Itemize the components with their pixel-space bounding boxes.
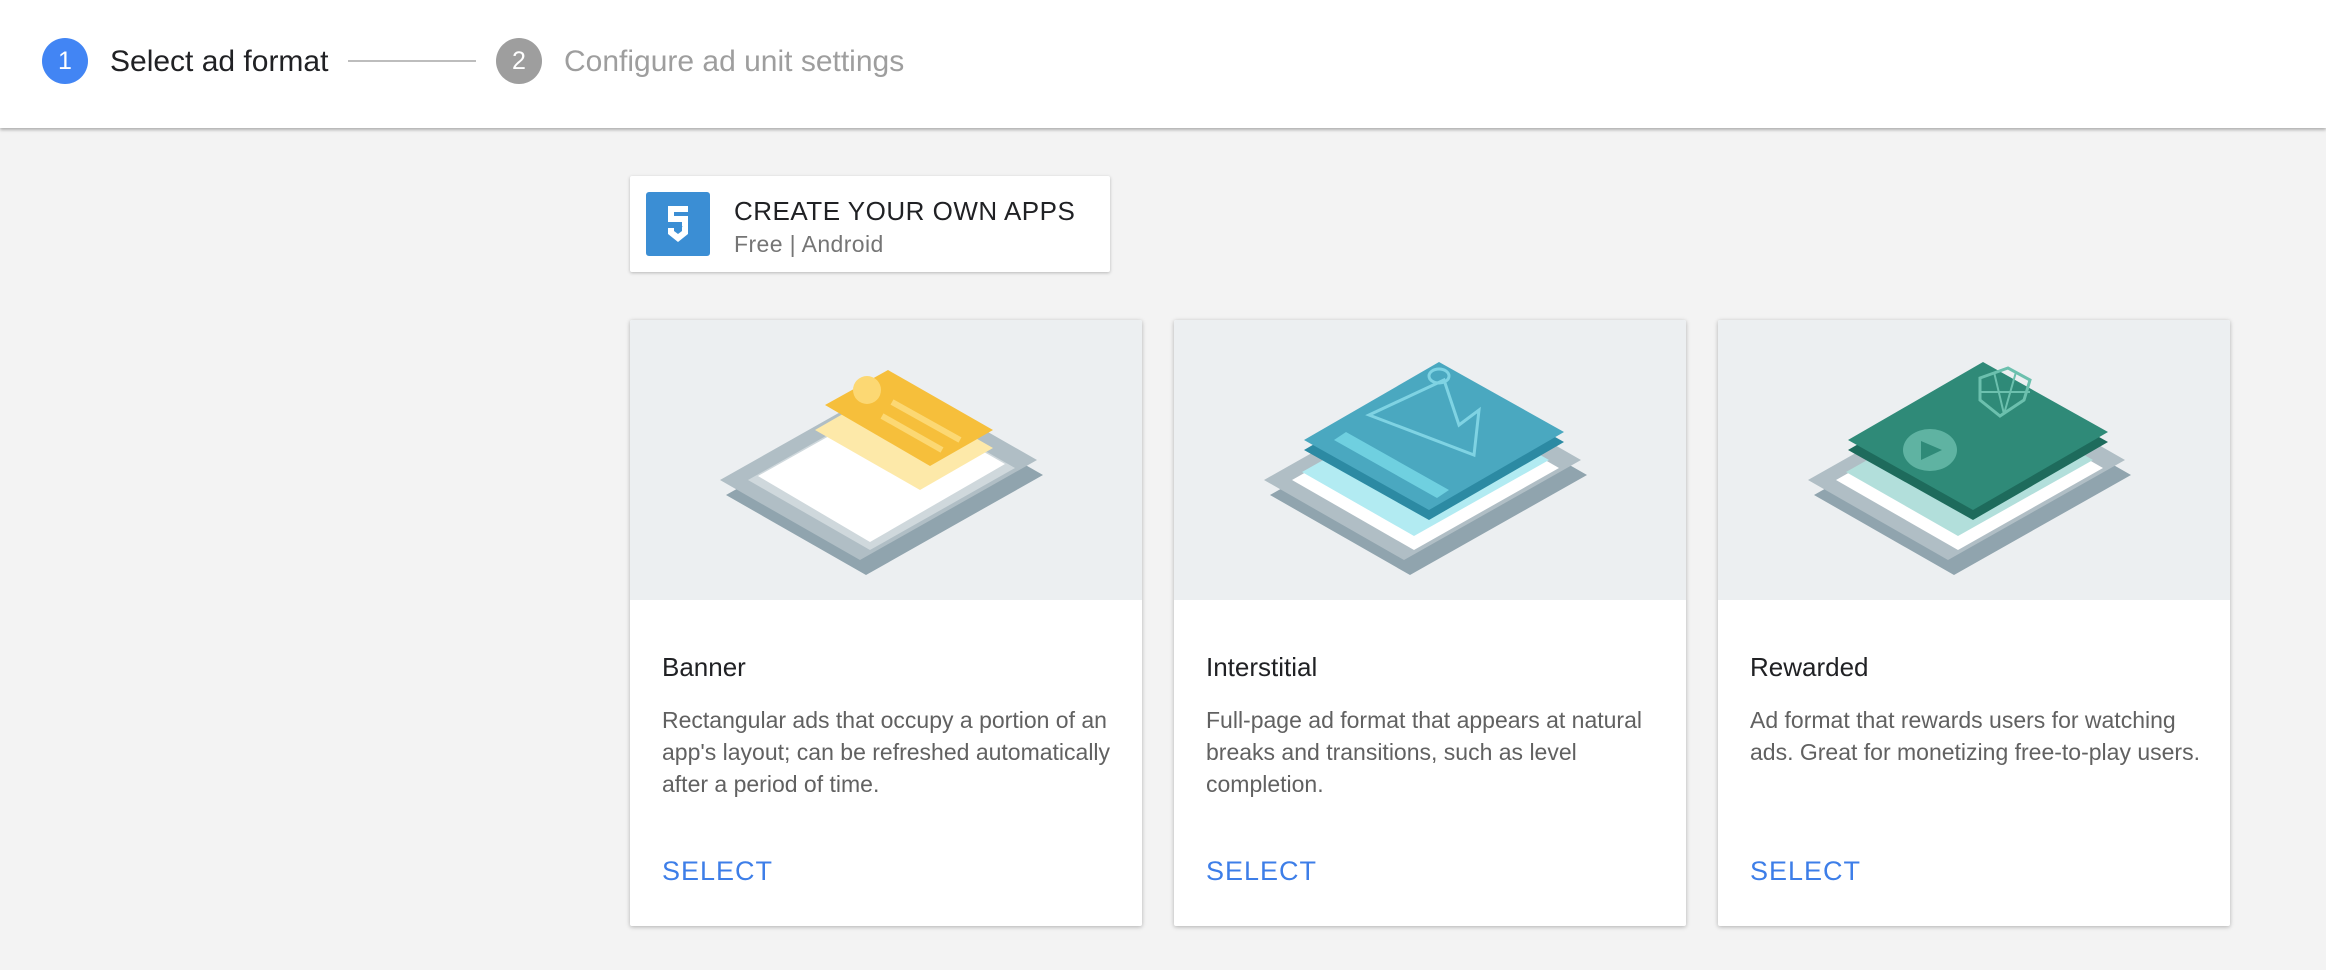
banner-illustration xyxy=(630,320,1142,600)
select-rewarded-button[interactable]: SELECT xyxy=(1750,856,1861,887)
format-title: Interstitial xyxy=(1206,652,1318,682)
format-title: Banner xyxy=(662,652,746,682)
format-card-banner[interactable]: Banner Rectangular ads that occupy a por… xyxy=(630,320,1142,926)
step-1-label[interactable]: Select ad format xyxy=(110,44,328,80)
select-interstitial-button[interactable]: SELECT xyxy=(1206,856,1317,887)
format-title: Rewarded xyxy=(1750,652,1869,682)
step-2-indicator: 2 xyxy=(496,38,542,84)
selected-app-card: CREATE YOUR OWN APPS Free | Android xyxy=(630,176,1110,272)
step-connector xyxy=(348,60,476,62)
format-description: Full-page ad format that appears at natu… xyxy=(1206,707,1642,797)
interstitial-illustration xyxy=(1174,320,1686,600)
step-2-label: Configure ad unit settings xyxy=(564,45,905,78)
rewarded-illustration xyxy=(1718,320,2230,600)
format-card-interstitial[interactable]: Interstitial Full-page ad format that ap… xyxy=(1174,320,1686,926)
step-1-indicator: 1 xyxy=(42,38,88,84)
select-banner-button[interactable]: SELECT xyxy=(662,856,773,887)
app-meta: Free | Android xyxy=(734,231,884,257)
app-name: CREATE YOUR OWN APPS xyxy=(734,196,1076,226)
stepper-header: 1 Select ad format 2 Configure ad unit s… xyxy=(0,0,2326,128)
format-description: Rectangular ads that occupy a portion of… xyxy=(662,707,1111,797)
app-logo-icon xyxy=(646,192,710,256)
format-card-rewarded[interactable]: Rewarded Ad format that rewards users fo… xyxy=(1718,320,2230,926)
format-description: Ad format that rewards users for watchin… xyxy=(1750,707,2200,765)
